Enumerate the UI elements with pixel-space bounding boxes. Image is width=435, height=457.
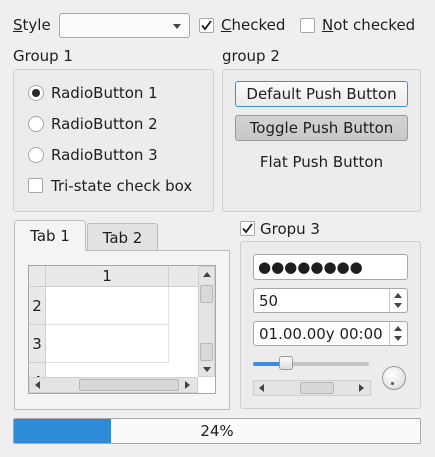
spinbox-buttons[interactable]	[389, 289, 407, 312]
tab-1[interactable]: Tab 1	[14, 220, 86, 251]
scroll-left-arrow-icon[interactable]	[35, 381, 40, 389]
datetime-value: 01.00.00y 00:00	[259, 325, 383, 343]
spin-up-arrow-icon[interactable]	[394, 293, 402, 298]
table-vertical-scrollbar[interactable]	[198, 266, 215, 377]
group3-title[interactable]: Gropu 3	[260, 220, 320, 238]
row-header[interactable]: 3	[29, 325, 46, 363]
radio-button-1[interactable]	[28, 85, 44, 101]
number-spinbox[interactable]: 50	[253, 288, 408, 313]
checked-label[interactable]: Checked	[221, 16, 285, 34]
style-label: Style	[13, 16, 51, 34]
password-mask: ●●●●●●●●	[258, 258, 363, 276]
scroll-up-arrow-icon[interactable]	[203, 272, 211, 277]
table-cell[interactable]	[46, 287, 169, 325]
scrollbar-handle[interactable]	[200, 285, 213, 303]
table-view[interactable]: 1 2 3 4	[28, 265, 216, 394]
tab-2[interactable]: Tab 2	[87, 223, 158, 251]
spin-down-arrow-icon[interactable]	[394, 303, 402, 308]
scroll-right-arrow-icon[interactable]	[185, 381, 190, 389]
style-combo[interactable]	[59, 13, 190, 38]
flat-push-button[interactable]: Flat Push Button	[235, 149, 408, 175]
scrollbar-handle[interactable]	[200, 343, 213, 361]
row-header[interactable]: 2	[29, 287, 46, 325]
group3-checkbox[interactable]	[240, 221, 255, 236]
table-cell[interactable]	[46, 325, 169, 363]
not-checked-label[interactable]: Not checked	[322, 16, 415, 34]
radio-button-1-label[interactable]: RadioButton 1	[51, 84, 158, 102]
progress-text: 24%	[200, 422, 234, 440]
progress-bar: 24%	[13, 418, 421, 444]
group1-title: Group 1	[13, 47, 73, 65]
radio-button-3-label[interactable]: RadioButton 3	[51, 146, 158, 164]
radio-button-3[interactable]	[28, 147, 44, 163]
scrollbar-handle[interactable]	[300, 382, 334, 394]
spinbox-value: 50	[259, 292, 279, 310]
row-header-label: 3	[32, 334, 42, 353]
tristate-checkbox-label[interactable]: Tri-state check box	[51, 177, 192, 195]
default-push-button[interactable]: Default Push Button	[235, 81, 408, 107]
tristate-checkbox[interactable]	[28, 178, 43, 193]
table-horizontal-scrollbar[interactable]	[29, 377, 198, 393]
column-header[interactable]: 1	[46, 266, 169, 287]
checkmark-icon	[242, 223, 253, 234]
chevron-down-icon	[173, 24, 181, 29]
table-corner	[29, 266, 46, 287]
spin-down-arrow-icon[interactable]	[394, 336, 402, 341]
slider-handle[interactable]	[279, 356, 293, 370]
not-checked-checkbox[interactable]	[300, 18, 315, 33]
datetime-edit[interactable]: 01.00.00y 00:00	[253, 321, 408, 346]
spin-up-arrow-icon[interactable]	[394, 326, 402, 331]
scroll-right-arrow-icon[interactable]	[359, 384, 364, 392]
toggle-push-button[interactable]: Toggle Push Button	[235, 115, 408, 141]
radio-selected-dot	[32, 89, 40, 97]
checkmark-icon	[201, 20, 212, 31]
slider-groove	[253, 362, 369, 366]
scroll-left-arrow-icon[interactable]	[259, 384, 264, 392]
group2-title: group 2	[222, 47, 280, 65]
column-header-extra	[169, 266, 198, 287]
scrollbar-handle[interactable]	[79, 379, 179, 391]
radio-button-2-label[interactable]: RadioButton 2	[51, 115, 158, 133]
datetime-spin-buttons[interactable]	[389, 322, 407, 345]
password-field[interactable]: ●●●●●●●●	[253, 254, 408, 280]
row-header-label: 2	[32, 296, 42, 315]
dial-knob[interactable]	[382, 366, 406, 390]
scroll-down-arrow-icon[interactable]	[203, 367, 211, 372]
dial-indicator-dot	[391, 382, 394, 385]
column-header-label: 1	[102, 267, 112, 285]
group3-horizontal-scrollbar[interactable]	[253, 380, 371, 396]
radio-button-2[interactable]	[28, 116, 44, 132]
checked-checkbox[interactable]	[199, 18, 214, 33]
horizontal-slider[interactable]	[253, 356, 371, 372]
